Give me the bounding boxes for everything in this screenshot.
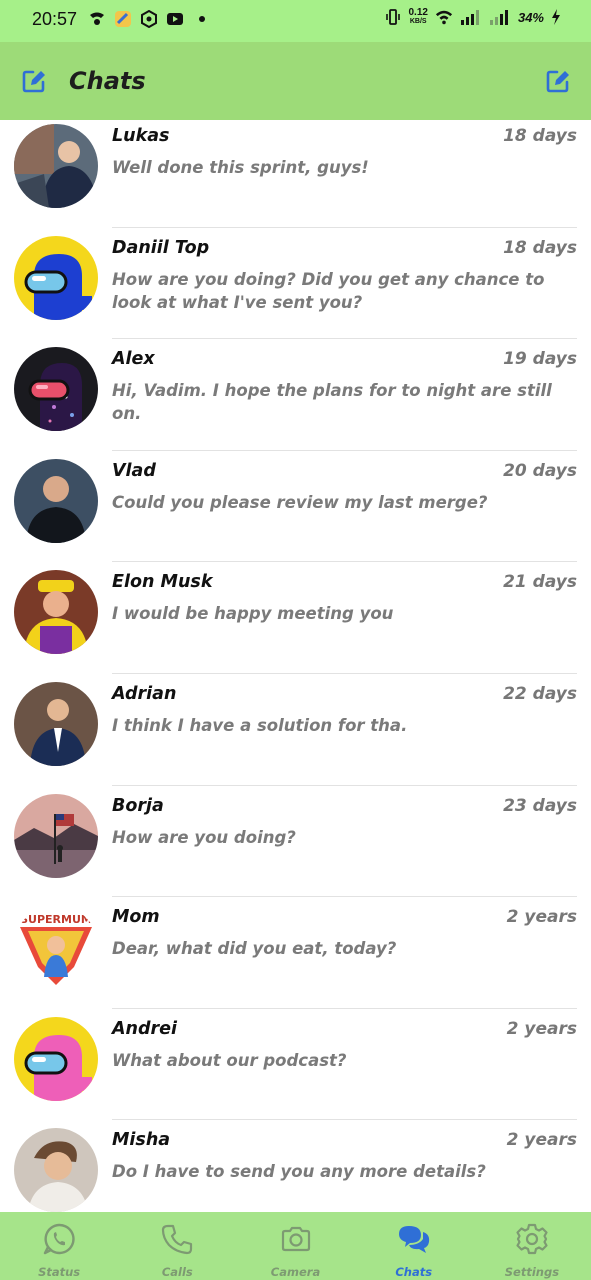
message-time: 21 days <box>503 572 577 593</box>
nav-label: Status <box>38 1265 81 1279</box>
contact-name: Elon Musk <box>112 572 213 593</box>
avatar[interactable] <box>14 124 98 208</box>
more-notifications-dot-icon <box>199 16 205 22</box>
message-preview: What about our podcast? <box>112 1050 347 1070</box>
avatar[interactable] <box>14 570 98 655</box>
avatar[interactable] <box>14 458 98 543</box>
chat-row[interactable]: SUPERMUM Mom 2 years Dear, what did you … <box>0 897 591 1009</box>
nav-label: Camera <box>270 1265 321 1279</box>
bottom-navigation: Status Calls Camera Chats Settings <box>0 1212 591 1280</box>
chat-row[interactable]: Misha 2 years Do I have to send you any … <box>0 1120 591 1212</box>
avatar[interactable] <box>14 235 98 320</box>
message-time: 2 years <box>506 1130 577 1151</box>
chat-row[interactable]: Alex 19 days Hi, Vadim. I hope the plans… <box>0 339 591 451</box>
nav-item-calls[interactable]: Calls <box>118 1212 236 1280</box>
app-bar: Chats <box>0 42 591 120</box>
chat-row[interactable]: Elon Musk 21 days I would be happy meeti… <box>0 562 591 674</box>
network-speed-unit: KB/S <box>409 18 427 25</box>
nav-item-status[interactable]: Status <box>0 1212 118 1280</box>
phone-icon <box>162 1224 193 1255</box>
system-icons: 0.12 KB/S 34% <box>384 8 562 26</box>
signal-strength-icon <box>460 10 479 25</box>
message-time: 18 days <box>503 126 577 146</box>
avatar[interactable] <box>14 1016 98 1101</box>
avatar[interactable] <box>14 347 98 432</box>
contact-name: Borja <box>112 795 164 816</box>
svg-text:SUPERMUM: SUPERMUM <box>20 913 92 926</box>
message-preview: Well done this sprint, guys! <box>112 158 369 177</box>
charging-bolt-icon <box>552 9 560 25</box>
network-speed: 0.12 KB/S <box>409 8 428 26</box>
contact-name: Andrei <box>112 1018 178 1039</box>
avatar[interactable]: SUPERMUM <box>14 905 98 990</box>
contact-name: Mom <box>112 907 160 928</box>
avatar[interactable] <box>14 793 98 878</box>
avatar[interactable] <box>14 682 98 766</box>
chat-list[interactable]: Lukas 18 days Well done this sprint, guy… <box>0 120 591 1212</box>
message-time: 19 days <box>503 349 577 370</box>
chat-bubbles-icon <box>398 1226 429 1253</box>
message-preview: Hi, Vadim. I hope the plans for to night… <box>112 381 552 424</box>
nav-item-camera[interactable]: Camera <box>236 1212 354 1280</box>
message-preview: Dear, what did you eat, today? <box>112 939 397 959</box>
avatar[interactable] <box>14 1128 98 1212</box>
chat-row[interactable]: Adrian 22 days I think I have a solution… <box>0 674 591 786</box>
compose-icon[interactable] <box>21 68 47 94</box>
notification-app-icon <box>90 12 104 25</box>
chat-row[interactable]: Daniil Top 18 days How are you doing? Di… <box>0 228 591 340</box>
message-preview: I would be happy meeting you <box>112 604 394 624</box>
message-time: 18 days <box>503 237 577 258</box>
message-time: 2 years <box>506 1018 577 1039</box>
status-bar: 20:57 0.12 KB/S 34% <box>0 0 591 42</box>
wifi-icon <box>435 10 453 25</box>
contact-name: Alex <box>112 349 155 370</box>
message-preview: Do I have to send you any more details? <box>112 1162 486 1182</box>
nav-label: Calls <box>161 1265 193 1279</box>
nav-item-chats[interactable]: Chats <box>355 1212 473 1280</box>
message-time: 2 years <box>506 907 577 928</box>
contact-name: Lukas <box>112 126 170 146</box>
contact-name: Misha <box>112 1130 171 1151</box>
nav-item-settings[interactable]: Settings <box>473 1212 591 1280</box>
chat-row[interactable]: Lukas 18 days Well done this sprint, guy… <box>0 120 591 228</box>
contact-name: Vlad <box>112 460 156 481</box>
chat-row[interactable]: Andrei 2 years What about our podcast? <box>0 1009 591 1121</box>
page-title: Chats <box>69 67 146 95</box>
whatsapp-status-icon <box>43 1223 75 1255</box>
nav-label: Chats <box>395 1265 433 1279</box>
vibrate-icon <box>385 9 400 25</box>
contact-name: Daniil Top <box>112 237 210 258</box>
youtube-icon <box>167 13 183 25</box>
chat-row[interactable]: Vlad 20 days Could you please review my … <box>0 451 591 563</box>
message-preview: I think I have a solution for tha. <box>112 716 408 735</box>
message-time: 20 days <box>503 460 577 481</box>
signal-strength-icon <box>489 10 508 25</box>
message-time: 22 days <box>503 684 577 704</box>
gear-icon <box>516 1223 548 1255</box>
message-preview: How are you doing? <box>112 827 296 847</box>
message-preview: How are you doing? Did you get any chanc… <box>112 269 545 312</box>
camera-icon <box>281 1226 310 1252</box>
chat-row[interactable]: Borja 23 days How are you doing? <box>0 786 591 898</box>
battery-percentage: 34% <box>517 9 544 25</box>
status-time: 20:57 <box>32 9 78 29</box>
notification-icons <box>88 10 206 28</box>
notification-app-icon <box>115 11 131 27</box>
message-time: 23 days <box>503 795 577 816</box>
network-speed-value: 0.12 <box>408 7 428 18</box>
compose-icon[interactable] <box>545 68 571 94</box>
message-preview: Could you please review my last merge? <box>112 492 488 512</box>
nav-label: Settings <box>504 1265 560 1279</box>
contact-name: Adrian <box>112 684 177 704</box>
notification-app-icon <box>141 10 157 28</box>
